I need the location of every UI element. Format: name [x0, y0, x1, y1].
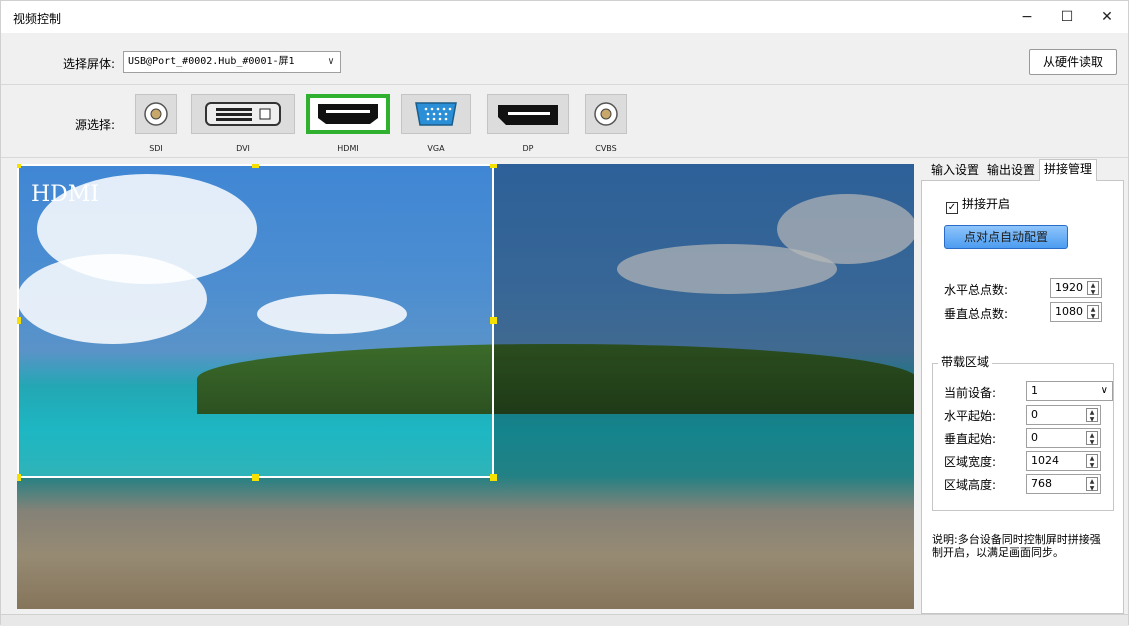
source-dvi-label: DVI [236, 144, 250, 153]
source-label: 源选择: [75, 118, 116, 132]
source-sdi-label: SDI [149, 144, 163, 153]
dim-overlay [17, 478, 494, 609]
source-vga[interactable]: VGA [401, 94, 471, 153]
auto-config-button[interactable]: 点对点自动配置 [944, 225, 1068, 249]
vga-port-icon [415, 102, 457, 126]
read-from-hardware-button[interactable]: 从硬件读取 [1029, 49, 1117, 75]
resize-handle[interactable] [490, 164, 497, 168]
h-start-field[interactable]: 0 ▲ ▼ [1026, 405, 1101, 425]
width-field[interactable]: 1024 ▲ ▼ [1026, 451, 1101, 471]
spin-arrows-icon[interactable]: ▲ ▼ [1086, 454, 1098, 469]
video-control-window: 视频控制 − ☐ ✕ 选择屏体: USB@Port_#0002.Hub_#000… [0, 0, 1129, 626]
width-label: 区域宽度: [944, 455, 997, 469]
device-value: 1 [1031, 384, 1038, 397]
source-hdmi[interactable]: HDMI [306, 94, 390, 153]
source-sdi[interactable]: SDI [135, 94, 177, 153]
v-total-value: 1080 [1055, 305, 1083, 318]
tab-splice-management[interactable]: 拼接管理 [1039, 159, 1098, 182]
dvi-port-icon [205, 102, 281, 126]
splice-tab-body: ✓ 拼接开启 点对点自动配置 水平总点数: 1920 ▲ ▼ 垂直总点数: 1080… [921, 181, 1124, 614]
source-cvbs-label: CVBS [595, 144, 617, 153]
height-value: 768 [1031, 477, 1052, 490]
h-total-value: 1920 [1055, 281, 1083, 294]
spin-arrows-icon[interactable]: ▲ ▼ [1086, 408, 1098, 423]
h-start-value: 0 [1031, 408, 1038, 421]
tab-input-settings[interactable]: 输入设置 [927, 161, 983, 181]
resize-handle[interactable] [17, 474, 21, 481]
resize-handle[interactable] [17, 317, 21, 324]
height-field[interactable]: 768 ▲ ▼ [1026, 474, 1101, 494]
bnc-connector-icon [144, 102, 168, 126]
window-title: 视频控制 [13, 12, 62, 26]
device-label: 当前设备: [944, 386, 997, 400]
height-label: 区域高度: [944, 478, 997, 492]
device-select[interactable]: 1 ∨ [1026, 381, 1113, 401]
resize-handle[interactable] [17, 164, 21, 168]
resize-handle[interactable] [490, 474, 497, 481]
title-bar: 视频控制 − ☐ ✕ [1, 1, 1128, 33]
spin-arrows-icon[interactable]: ▲ ▼ [1086, 477, 1098, 492]
chevron-down-icon: ∨ [1100, 385, 1108, 396]
displayport-icon [498, 105, 558, 125]
minimize-button[interactable]: − [1007, 5, 1047, 29]
h-total-field[interactable]: 1920 ▲ ▼ [1050, 278, 1102, 298]
bnc-connector-icon [594, 102, 618, 126]
v-start-value: 0 [1031, 431, 1038, 444]
spin-arrows-icon[interactable]: ▲ ▼ [1087, 281, 1099, 296]
load-region-frame[interactable] [17, 164, 494, 478]
source-dp[interactable]: DP [487, 94, 569, 153]
resize-handle[interactable] [490, 317, 497, 324]
source-hdmi-label: HDMI [337, 144, 359, 153]
source-cvbs[interactable]: CVBS [585, 94, 627, 153]
splice-enable-checkbox[interactable]: ✓ 拼接开启 [946, 195, 1010, 214]
tab-output-settings[interactable]: 输出设置 [983, 161, 1039, 181]
h-total-label: 水平总点数: [944, 283, 1009, 297]
settings-panel: 输入设置 输出设置 拼接管理 ✓ 拼接开启 点对点自动配置 水平总点数: 1920… [921, 159, 1124, 614]
hdmi-port-icon [318, 104, 378, 124]
splice-enable-label: 拼接开启 [962, 197, 1011, 211]
status-bar [1, 614, 1128, 626]
settings-tabs: 输入设置 输出设置 拼接管理 [921, 159, 1124, 182]
dim-overlay [494, 164, 914, 609]
load-region-title: 带载区域 [938, 353, 993, 370]
source-row: 源选择: SDI DVI HDMI VGA DP CVBS [1, 86, 1128, 158]
v-total-field[interactable]: 1080 ▲ ▼ [1050, 302, 1102, 322]
checkbox-checked-icon: ✓ [946, 202, 958, 214]
width-value: 1024 [1031, 454, 1059, 467]
screen-label: 选择屏体: [63, 57, 116, 71]
v-total-label: 垂直总点数: [944, 307, 1009, 321]
spin-arrows-icon[interactable]: ▲ ▼ [1086, 431, 1098, 446]
preview-source-label: HDMI [31, 182, 100, 207]
screen-select[interactable]: USB@Port_#0002.Hub_#0001-屏1 ∨ [123, 51, 341, 73]
chevron-down-icon: ∨ [327, 56, 334, 67]
v-start-field[interactable]: 0 ▲ ▼ [1026, 428, 1101, 448]
resize-handle[interactable] [252, 474, 259, 481]
source-dvi[interactable]: DVI [191, 94, 295, 153]
source-vga-label: VGA [427, 144, 445, 153]
splice-note: 说明:多台设备同时控制屏时拼接强制开启，以满足画面同步。 [932, 533, 1101, 559]
screen-row: 选择屏体: USB@Port_#0002.Hub_#0001-屏1 ∨ 从硬件读… [1, 41, 1128, 85]
source-dp-label: DP [522, 144, 534, 153]
screen-select-value: USB@Port_#0002.Hub_#0001-屏1 [128, 56, 295, 67]
spin-arrows-icon[interactable]: ▲ ▼ [1087, 305, 1099, 320]
resize-handle[interactable] [252, 164, 259, 168]
video-preview[interactable]: HDMI [17, 164, 914, 609]
maximize-button[interactable]: ☐ [1047, 5, 1087, 29]
v-start-label: 垂直起始: [944, 432, 997, 446]
h-start-label: 水平起始: [944, 409, 997, 423]
close-button[interactable]: ✕ [1087, 5, 1127, 29]
